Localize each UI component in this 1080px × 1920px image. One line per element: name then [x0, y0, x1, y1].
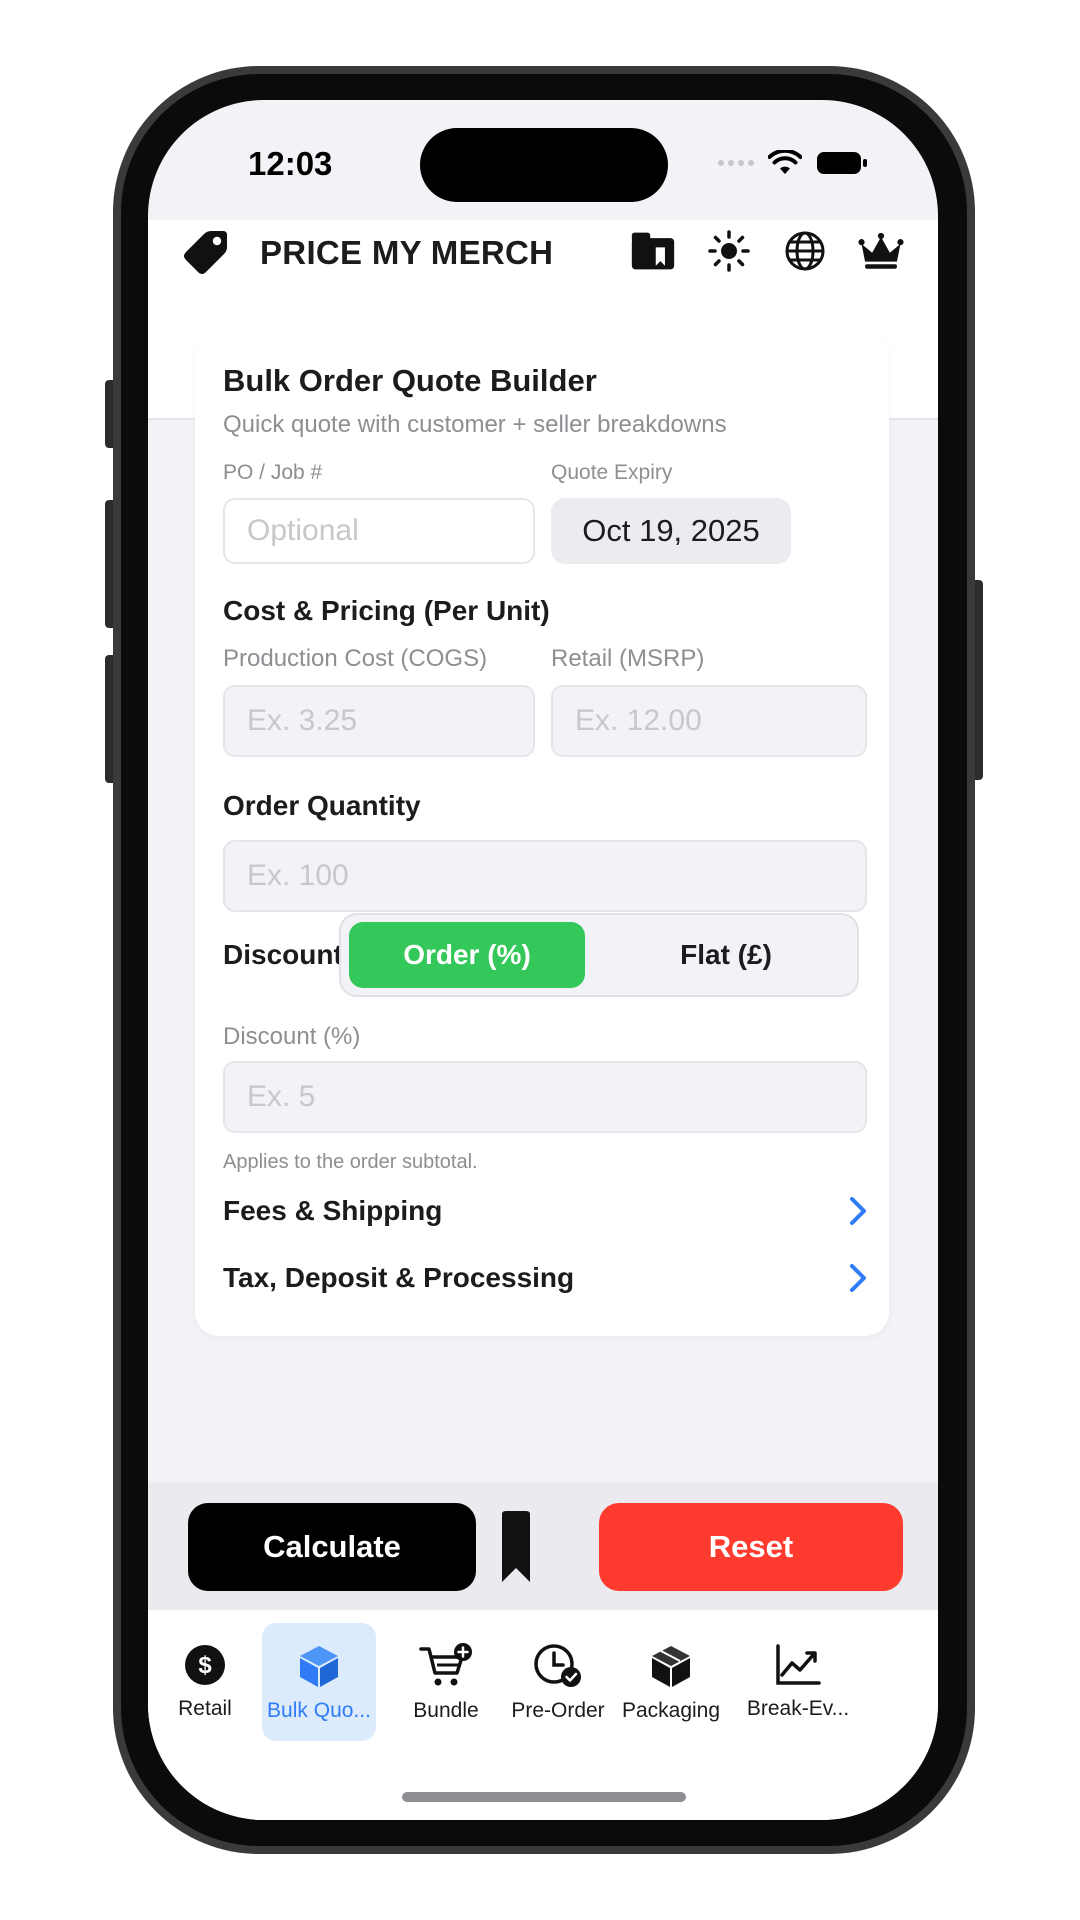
chevron-right-icon — [850, 1197, 866, 1225]
battery-icon — [817, 152, 867, 174]
cost-section-title: Cost & Pricing (Per Unit) — [223, 595, 550, 626]
svg-text:$: $ — [198, 1652, 212, 1679]
tab-label: Packaging — [621, 1699, 721, 1722]
cellular-icon — [718, 160, 754, 166]
tab-label: Bundle — [413, 1699, 479, 1722]
clock-check-icon — [534, 1644, 581, 1687]
discount-type-segmented: Order (%) Flat (£) — [339, 913, 859, 997]
bookmark-icon[interactable] — [498, 1510, 534, 1586]
fees-shipping-label: Fees & Shipping — [223, 1195, 443, 1226]
phone-screen: 12:03 PRICE MY MERCH Bulk Order Quote Bu… — [148, 100, 938, 1820]
card-title: Bulk Order Quote Builder — [223, 363, 597, 398]
po-label: PO / Job # — [223, 461, 323, 484]
quantity-title: Order Quantity — [223, 790, 421, 821]
tab-bundle[interactable]: Bundle — [389, 1623, 503, 1741]
chevron-right-icon — [850, 1264, 866, 1292]
expiry-label: Quote Expiry — [551, 461, 673, 484]
box-icon — [652, 1646, 690, 1687]
discount-pct-label: Discount (%) — [223, 1023, 361, 1050]
discount-title: Discount — [223, 939, 343, 970]
msrp-input[interactable] — [551, 685, 867, 757]
app-title: PRICE MY MERCH — [260, 234, 554, 271]
brightness-icon[interactable] — [706, 228, 752, 274]
discount-hint: Applies to the order subtotal. — [223, 1151, 478, 1173]
saved-quotes-icon[interactable] — [630, 228, 676, 274]
tab-bulk-quote[interactable]: Bulk Quo... — [262, 1623, 376, 1741]
tab-break-even[interactable]: Break-Ev... — [734, 1623, 862, 1741]
globe-icon[interactable] — [782, 228, 828, 274]
discount-input[interactable] — [223, 1061, 867, 1133]
card-subtitle: Quick quote with customer + seller break… — [223, 411, 727, 438]
cogs-input[interactable] — [223, 685, 535, 757]
calculate-button[interactable]: Calculate — [188, 1503, 476, 1591]
cogs-label: Production Cost (COGS) — [223, 645, 488, 672]
price-tag-icon — [180, 228, 230, 283]
po-input[interactable] — [223, 498, 535, 564]
tab-packaging[interactable]: Packaging — [614, 1623, 728, 1741]
cube-icon — [300, 1646, 338, 1687]
msrp-label: Retail (MSRP) — [551, 645, 705, 672]
tab-pre-order[interactable]: Pre-Order — [501, 1623, 615, 1741]
home-indicator — [402, 1792, 686, 1802]
tax-deposit-label: Tax, Deposit & Processing — [223, 1262, 575, 1293]
tax-deposit-row[interactable]: Tax, Deposit & Processing — [223, 1253, 867, 1303]
status-icons — [718, 150, 868, 176]
crown-icon[interactable] — [858, 228, 904, 274]
tab-label: Retail — [178, 1697, 232, 1720]
wifi-icon — [768, 150, 802, 174]
chart-line-icon — [776, 1644, 821, 1685]
dollar-circle-icon: $ — [185, 1645, 225, 1685]
tab-label: Bulk Quo... — [267, 1699, 371, 1722]
dynamic-island — [420, 128, 668, 202]
cart-plus-icon — [419, 1643, 472, 1686]
reset-button[interactable]: Reset — [599, 1503, 903, 1591]
status-time: 12:03 — [248, 145, 333, 182]
tab-label: Pre-Order — [511, 1699, 605, 1722]
segment-flat-amount[interactable]: Flat (£) — [599, 922, 853, 988]
segment-order-percent[interactable]: Order (%) — [349, 922, 585, 988]
fees-shipping-row[interactable]: Fees & Shipping — [223, 1186, 867, 1236]
quote-builder-card: Bulk Order Quote Builder Quick quote wit… — [195, 333, 889, 1336]
tab-label: Break-Ev... — [746, 1697, 850, 1720]
quantity-input[interactable] — [223, 840, 867, 912]
header-actions — [630, 228, 904, 274]
tab-retail[interactable]: $ Retail — [148, 1623, 262, 1741]
quote-expiry-picker[interactable]: Oct 19, 2025 — [551, 498, 791, 564]
